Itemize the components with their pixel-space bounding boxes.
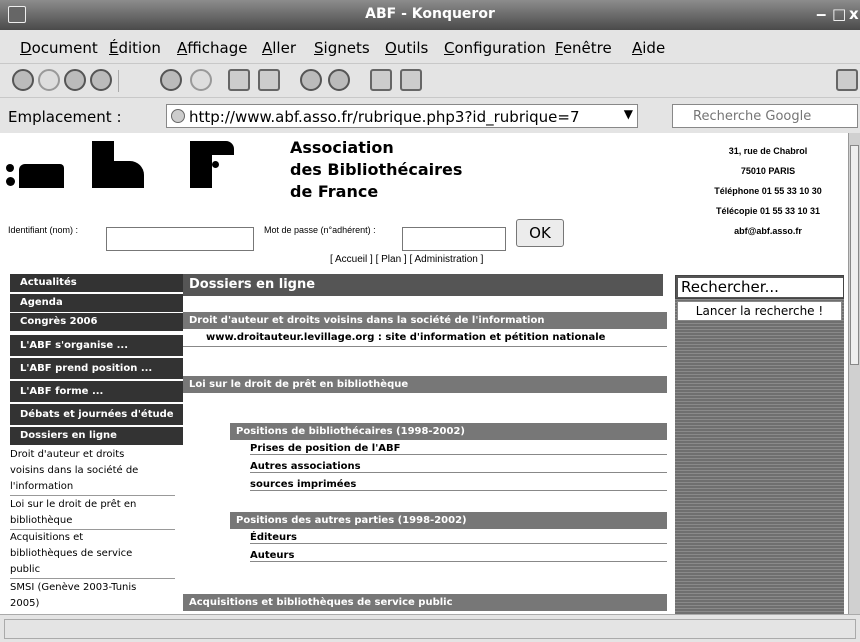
favicon-icon: [171, 109, 185, 123]
right-column-background: [675, 299, 844, 614]
menu-document[interactable]: Document: [20, 39, 98, 57]
toolbar-separator: [118, 70, 119, 92]
section-loi-pret[interactable]: Loi sur le droit de prêt en bibliothèque: [183, 376, 667, 393]
forward-icon[interactable]: [38, 69, 60, 91]
top-links[interactable]: [ Accueil ] [ Plan ] [ Administration ]: [330, 254, 483, 265]
nav-item-agenda[interactable]: Agenda: [10, 294, 183, 313]
window-title: ABF - Konqueror: [365, 6, 495, 22]
subsection-bibliothecaires[interactable]: Positions de bibliothécaires (1998-2002): [230, 423, 667, 440]
nav-item-organise[interactable]: L'ABF s'organise ...: [10, 335, 183, 357]
print-icon[interactable]: [228, 69, 250, 91]
menu-configuration[interactable]: Configuration: [444, 39, 546, 57]
url-text[interactable]: http://www.abf.asso.fr/rubrique.php3?id_…: [189, 108, 580, 126]
nav-item-debats[interactable]: Débats et journées d'étude: [10, 404, 183, 426]
nav-item-dossiers[interactable]: Dossiers en ligne: [10, 427, 183, 446]
status-field: [4, 619, 856, 639]
menu-edition[interactable]: Édition: [109, 39, 161, 57]
main-title: Dossiers en ligne: [183, 274, 663, 296]
toolbar: [0, 63, 860, 97]
section-droit-auteur[interactable]: Droit d'auteur et droits voisins dans la…: [183, 312, 667, 329]
login-label: Identifiant (nom) :: [8, 225, 79, 235]
nav-item-congres[interactable]: Congrès 2006: [10, 313, 183, 332]
nav-sub-droit-auteur[interactable]: Droit d'auteur et droits voisins dans la …: [10, 447, 175, 496]
nav-sub-smsi[interactable]: SMSI (Genève 2003-Tunis 2005): [10, 580, 175, 612]
menu-affichage[interactable]: Affichage: [177, 39, 247, 57]
zoom-in-icon[interactable]: [300, 69, 322, 91]
menu-aide[interactable]: Aide: [632, 39, 665, 57]
link-editeurs[interactable]: Éditeurs: [250, 532, 667, 544]
subsection-autres-parties[interactable]: Positions des autres parties (1998-2002): [230, 512, 667, 529]
password-label: Mot de passe (n°adhérent) :: [264, 225, 376, 235]
download-icon[interactable]: [400, 69, 422, 91]
stop-icon[interactable]: [190, 69, 212, 91]
security-lock-icon[interactable]: [370, 69, 392, 91]
print-preview-icon[interactable]: [258, 69, 280, 91]
location-bar: Emplacement : http://www.abf.asso.fr/rub…: [0, 97, 860, 133]
nav-item-forme[interactable]: L'ABF forme ...: [10, 381, 183, 403]
google-search-box[interactable]: [672, 104, 858, 128]
reload-icon[interactable]: [160, 69, 182, 91]
link-sources-imprimees[interactable]: sources imprimées: [250, 479, 667, 491]
search-panel-title: Rechercher...: [675, 275, 844, 299]
window-titlebar: ABF - Konqueror ‒ □ x: [0, 0, 860, 30]
ok-button[interactable]: OK: [516, 219, 564, 247]
nav-item-position[interactable]: L'ABF prend position ...: [10, 358, 183, 380]
divider: [183, 346, 667, 347]
menu-fenetre[interactable]: Fenêtre: [555, 39, 612, 57]
up-icon[interactable]: [64, 69, 86, 91]
minimize-button[interactable]: ‒: [816, 5, 826, 23]
nav-sub-loi-pret[interactable]: Loi sur le droit de prêt en bibliothèque: [10, 497, 175, 530]
section-acquisitions[interactable]: Acquisitions et bibliothèques de service…: [183, 594, 667, 611]
contact-email[interactable]: abf@abf.asso.fr: [690, 221, 846, 241]
zoom-out-icon[interactable]: [328, 69, 350, 91]
login-form: Identifiant (nom) :: [8, 225, 78, 235]
location-label: Emplacement :: [8, 108, 122, 126]
org-name: Association des Bibliothécaires de Franc…: [290, 138, 463, 201]
nav-item-actualites[interactable]: Actualités: [10, 274, 183, 293]
menu-signets[interactable]: Signets: [314, 39, 370, 57]
link-prises-position[interactable]: Prises de position de l'ABF: [250, 443, 667, 455]
back-icon[interactable]: [12, 69, 34, 91]
vertical-scrollbar[interactable]: [848, 133, 860, 614]
password-input[interactable]: [402, 227, 506, 251]
google-search-input[interactable]: [693, 107, 853, 125]
link-autres-associations[interactable]: Autres associations: [250, 461, 667, 473]
link-droitauteur[interactable]: www.droitauteur.levillage.org : site d'i…: [206, 332, 664, 343]
link-auteurs[interactable]: Auteurs: [250, 550, 667, 562]
url-field[interactable]: http://www.abf.asso.fr/rubrique.php3?id_…: [166, 104, 638, 128]
status-bar: [0, 614, 860, 642]
scrollbar-thumb[interactable]: [850, 145, 859, 365]
contact-info: 31, rue de Chabrol 75010 PARIS Téléphone…: [690, 141, 846, 241]
konqueror-throbber-icon: [836, 69, 858, 91]
close-button[interactable]: x: [849, 5, 859, 23]
page-viewport: Association des Bibliothécaires de Franc…: [0, 133, 848, 614]
login-input[interactable]: [106, 227, 254, 251]
home-icon[interactable]: [90, 69, 112, 91]
menu-bar: Document Édition Affichage Aller Signets…: [0, 30, 860, 63]
maximize-button[interactable]: □: [832, 5, 846, 23]
url-dropdown-icon[interactable]: ▼: [624, 107, 633, 121]
menu-aller[interactable]: Aller: [262, 39, 296, 57]
launch-search-button[interactable]: Lancer la recherche !: [677, 301, 842, 321]
nav-sub-acquisitions[interactable]: Acquisitions et bibliothèques de service p…: [10, 530, 175, 579]
menu-outils[interactable]: Outils: [385, 39, 428, 57]
